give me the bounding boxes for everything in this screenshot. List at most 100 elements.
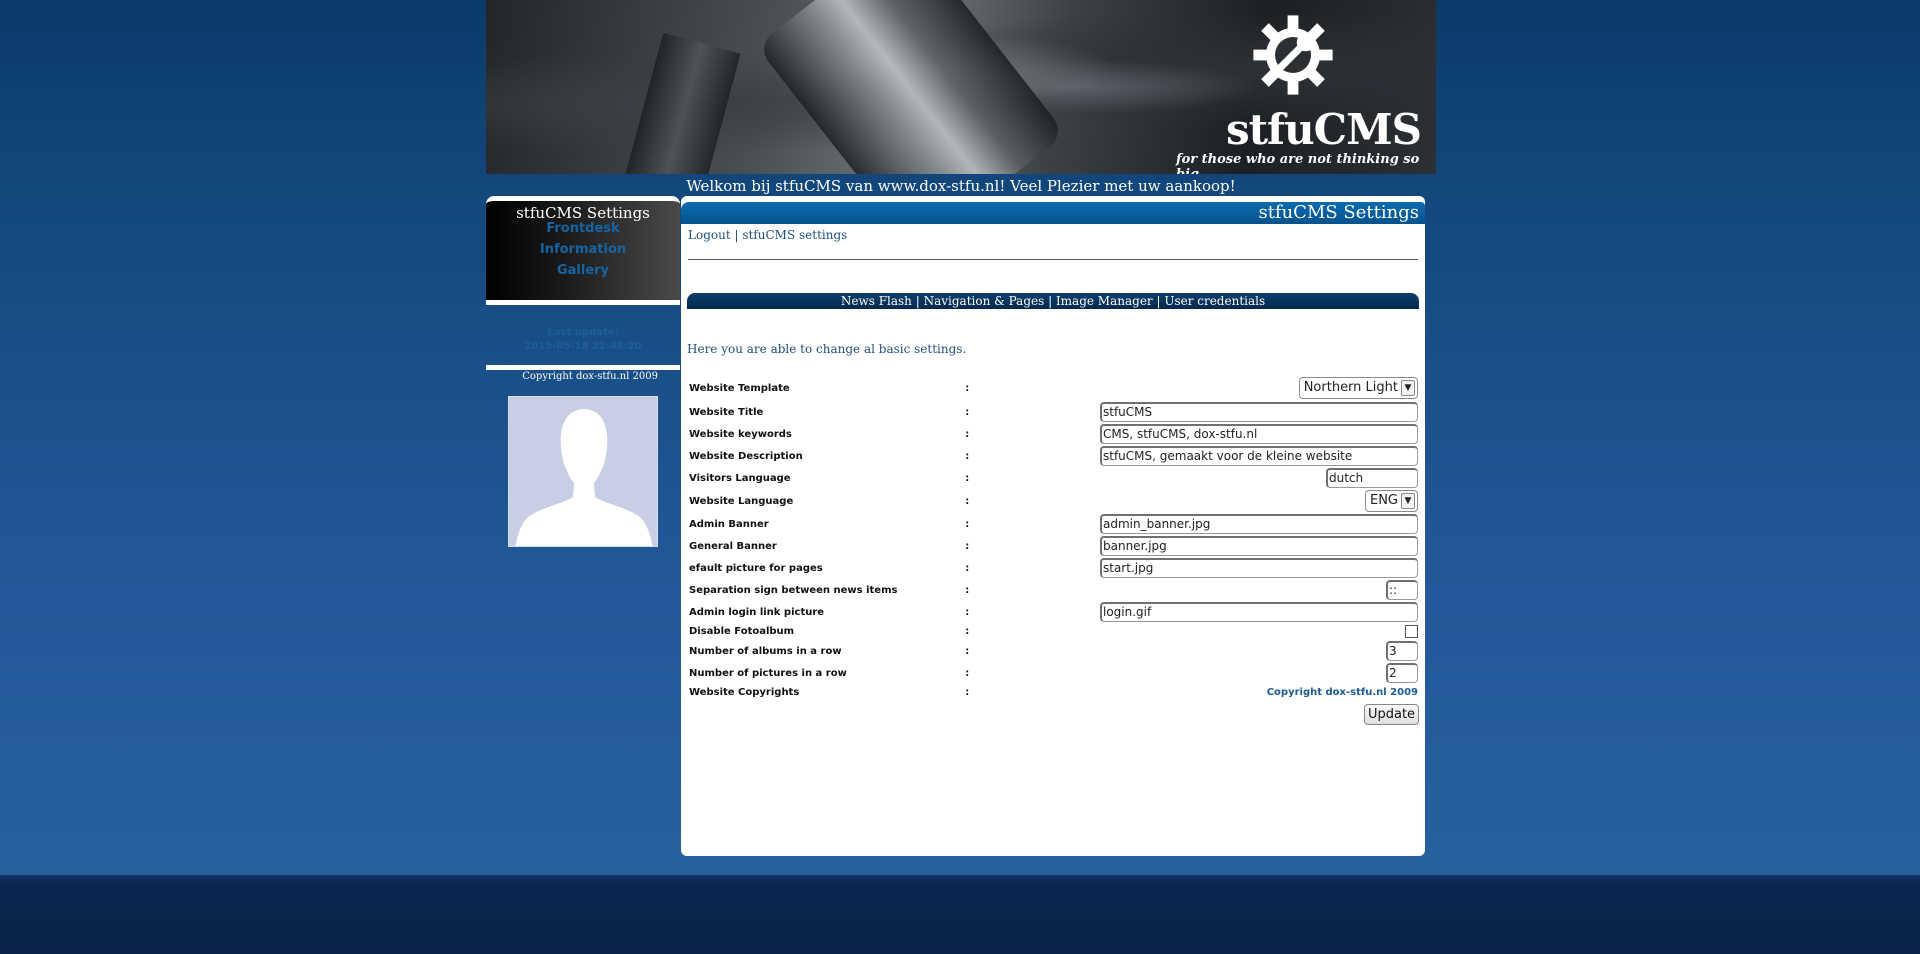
logo-name: stfuCMS bbox=[1226, 105, 1422, 154]
setting-input[interactable]: 2 bbox=[1386, 663, 1418, 683]
setting-label: Website Description bbox=[689, 450, 803, 462]
setting-label: Separation sign between news items bbox=[689, 584, 898, 596]
setting-colon: : bbox=[965, 450, 970, 462]
setting-label: General Banner bbox=[689, 540, 777, 552]
setting-checkbox[interactable] bbox=[1405, 625, 1418, 638]
setting-colon: : bbox=[965, 584, 970, 596]
menu-item-frontdesk[interactable]: Frontdesk bbox=[486, 218, 680, 239]
setting-value-cell: admin_banner.jpg bbox=[1098, 513, 1420, 535]
setting-colon: : bbox=[965, 606, 970, 618]
select-value: Northern Light bbox=[1303, 380, 1398, 395]
subnav-user-credentials[interactable]: User credentials bbox=[1164, 294, 1265, 308]
settings-row: Website Copyrights: Copyright dox-stfu.nl… bbox=[687, 684, 1420, 701]
top-links: Logout | stfuCMS settings bbox=[688, 228, 847, 242]
settings-row: Website Description: stfuCMS, gemaakt voo… bbox=[687, 445, 1420, 467]
setting-colon: : bbox=[965, 645, 970, 657]
banner-machinery bbox=[611, 33, 741, 174]
setting-input[interactable]: stfuCMS, gemaakt voor de kleine website bbox=[1100, 446, 1418, 466]
settings-row: Separation sign between news items::: bbox=[687, 579, 1420, 601]
avatar bbox=[508, 396, 658, 547]
setting-colon: : bbox=[965, 472, 970, 484]
menu-item-information[interactable]: Information bbox=[486, 239, 680, 260]
setting-value-cell: 3 bbox=[1098, 640, 1420, 662]
setting-label: Visitors Language bbox=[689, 472, 791, 484]
link-separator: | bbox=[730, 228, 743, 242]
setting-colon: : bbox=[965, 667, 970, 679]
setting-input[interactable]: dutch bbox=[1326, 468, 1418, 488]
last-update-value: 2015-05-18 22:48:20 bbox=[524, 341, 642, 352]
setting-value-cell bbox=[1098, 623, 1420, 640]
setting-label: Website Title bbox=[689, 406, 764, 418]
subnav-separator: | bbox=[911, 294, 924, 308]
gear-wrench-icon bbox=[1253, 15, 1333, 95]
welcome-message: Welkom bij stfuCMS van www.dox-stfu.nl! … bbox=[686, 177, 1236, 195]
setting-colon: : bbox=[965, 562, 970, 574]
setting-value-cell: stfuCMS bbox=[1098, 401, 1420, 423]
setting-value-cell: Copyright dox-stfu.nl 2009 bbox=[1098, 684, 1420, 701]
settings-row: Disable Fotoalbum: bbox=[687, 623, 1420, 640]
setting-colon: : bbox=[965, 406, 970, 418]
last-update: Last update: 2015-05-18 22:48:20 bbox=[486, 326, 680, 354]
chevron-down-icon: ▼ bbox=[1401, 492, 1415, 509]
subnav-news-flash[interactable]: News Flash bbox=[841, 294, 912, 308]
update-button[interactable]: Update bbox=[1364, 704, 1419, 725]
setting-value-cell: ENG ▼ bbox=[1098, 489, 1420, 513]
setting-input[interactable]: login.gif bbox=[1100, 602, 1418, 622]
setting-value-cell: start.jpg bbox=[1098, 557, 1420, 579]
settings-link[interactable]: stfuCMS settings bbox=[742, 228, 847, 242]
intro-text: Here you are able to change al basic set… bbox=[687, 342, 967, 356]
setting-label: Website Language bbox=[689, 495, 794, 507]
setting-value-cell: login.gif bbox=[1098, 601, 1420, 623]
logo-tagline: for those who are not thinking so big.. bbox=[1176, 152, 1420, 174]
main-panel: stfuCMS Settings Logout | stfuCMS settin… bbox=[681, 196, 1425, 856]
setting-select[interactable]: ENG ▼ bbox=[1364, 490, 1418, 512]
setting-colon: : bbox=[965, 428, 970, 440]
setting-colon: : bbox=[965, 518, 970, 530]
setting-value-cell: dutch bbox=[1098, 467, 1420, 489]
setting-label: Admin login link picture bbox=[689, 606, 825, 618]
divider bbox=[688, 259, 1418, 260]
subnav-separator: | bbox=[1044, 294, 1056, 308]
setting-label: efault picture for pages bbox=[689, 562, 823, 574]
setting-select[interactable]: Northern Light ▼ bbox=[1298, 377, 1418, 399]
setting-colon: : bbox=[965, 687, 970, 698]
header-banner: stfuCMS for those who are not thinking s… bbox=[486, 0, 1436, 174]
subnav-navigation-pages[interactable]: Navigation & Pages bbox=[924, 294, 1045, 308]
left-divider bbox=[486, 365, 680, 370]
setting-input[interactable]: CMS, stfuCMS, dox-stfu.nl bbox=[1100, 424, 1418, 444]
setting-colon: : bbox=[965, 495, 970, 507]
menu-item-gallery[interactable]: Gallery bbox=[486, 260, 680, 281]
settings-row: Website keywords: CMS, stfuCMS, dox-stfu.… bbox=[687, 423, 1420, 445]
settings-row: Website Language: ENG ▼ bbox=[687, 489, 1420, 513]
user-silhouette-icon bbox=[515, 409, 653, 546]
logout-link[interactable]: Logout bbox=[688, 228, 731, 242]
subnav-image-manager[interactable]: Image Manager bbox=[1056, 294, 1153, 308]
setting-value-cell: CMS, stfuCMS, dox-stfu.nl bbox=[1098, 423, 1420, 445]
settings-row: Website Title: stfuCMS bbox=[687, 401, 1420, 423]
setting-label: Number of albums in a row bbox=[689, 645, 842, 657]
footer-band bbox=[0, 875, 1920, 954]
setting-input[interactable]: 3 bbox=[1386, 641, 1418, 661]
page-title: stfuCMS Settings bbox=[681, 202, 1425, 224]
setting-input[interactable]: admin_banner.jpg bbox=[1100, 514, 1418, 534]
setting-static-value: Copyright dox-stfu.nl 2009 bbox=[1266, 687, 1418, 698]
settings-row: Number of pictures in a row: 2 bbox=[687, 662, 1420, 684]
banner-pipe bbox=[756, 0, 1066, 174]
setting-input[interactable]: :: bbox=[1386, 580, 1418, 600]
setting-value-cell: stfuCMS, gemaakt voor de kleine website bbox=[1098, 445, 1420, 467]
setting-label: Admin Banner bbox=[689, 518, 769, 530]
left-copyright: Copyright dox-stfu.nl 2009 bbox=[522, 371, 658, 382]
setting-value-cell: banner.jpg bbox=[1098, 535, 1420, 557]
settings-table: Website Template: Northern Light ▼ Website … bbox=[687, 375, 1420, 701]
setting-input[interactable]: start.jpg bbox=[1100, 558, 1418, 578]
subnav-separator: | bbox=[1152, 294, 1165, 308]
setting-label: Disable Fotoalbum bbox=[689, 626, 795, 637]
setting-label: Number of pictures in a row bbox=[689, 667, 847, 679]
settings-row: Website Template: Northern Light ▼ bbox=[687, 375, 1420, 401]
settings-row: efault picture for pages: start.jpg bbox=[687, 557, 1420, 579]
setting-input[interactable]: stfuCMS bbox=[1100, 402, 1418, 422]
settings-row: Admin Banner: admin_banner.jpg bbox=[687, 513, 1420, 535]
setting-input[interactable]: banner.jpg bbox=[1100, 536, 1418, 556]
setting-label: Website Template bbox=[689, 382, 790, 394]
setting-value-cell: :: bbox=[1098, 579, 1420, 601]
